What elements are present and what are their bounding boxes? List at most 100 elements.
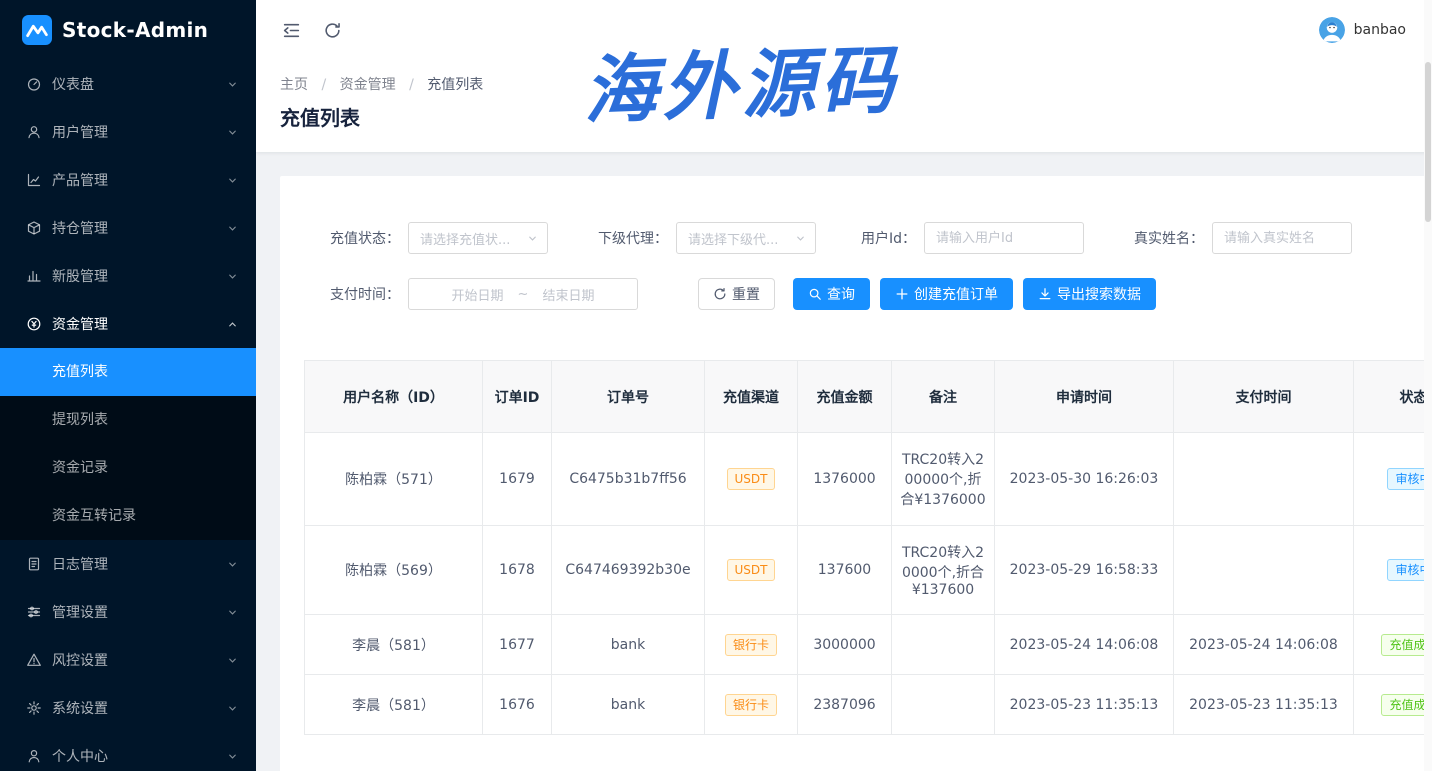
cell-amount: 137600 [798,526,892,615]
refresh-icon[interactable] [323,21,342,40]
cell-status: 充值成功 [1354,675,1432,735]
date-separator: ~ [518,287,529,302]
filter-group-agent: 下级代理： 请选择下级代... [588,222,816,254]
cell-apply-time: 2023-05-23 11:35:13 [995,675,1174,735]
chevron-down-icon [795,233,806,244]
scrollbar[interactable] [1424,0,1432,771]
filter-group-user-id: 用户Id： [856,222,1084,254]
agent-select[interactable]: 请选择下级代... [676,222,816,254]
pay-time-range-picker[interactable]: 开始日期 ~ 结束日期 [408,278,638,310]
cell-order-no: C6475b31b7ff56 [552,433,705,526]
sidebar-item-admin-settings[interactable]: 管理设置 [0,588,256,636]
system-settings-icon [26,700,42,716]
cell-order-no: C647469392b30e [552,526,705,615]
column-header-remark: 备注 [892,361,995,433]
cell-order-no: bank [552,615,705,675]
logo[interactable]: Stock-Admin [0,0,256,60]
real-name-input[interactable] [1212,222,1352,254]
table-row: 陈柏霖（571） 1679 C6475b31b7ff56 USDT 137600… [305,433,1432,526]
submenu-item-recharge-list[interactable]: 充值列表 [0,348,256,396]
cell-user: 李晨（581） [305,615,483,675]
sidebar-item-risk-settings[interactable]: 风控设置 [0,636,256,684]
app-title: Stock-Admin [62,18,208,42]
date-start-placeholder: 开始日期 [452,285,504,304]
real-name-label: 真实姓名： [1124,228,1204,248]
avatar [1319,17,1345,43]
new-stock-icon [26,268,42,284]
cell-channel: 银行卡 [705,675,798,735]
sidebar-item-profile[interactable]: 个人中心 [0,732,256,771]
scrollbar-thumb[interactable] [1425,62,1431,222]
chevron-down-icon [227,655,238,666]
page-title: 充值列表 [280,104,1432,132]
query-button[interactable]: 查询 [793,278,870,310]
cell-order-no: bank [552,675,705,735]
chevron-down-icon [227,703,238,714]
agent-label: 下级代理： [588,228,668,248]
cell-amount: 3000000 [798,615,892,675]
column-header-order-no: 订单号 [552,361,705,433]
breadcrumb-fund-mgmt[interactable]: 资金管理 [340,77,396,93]
column-header-status: 状态 [1354,361,1432,433]
cell-status: 审核中 [1354,526,1432,615]
column-header-channel: 充值渠道 [705,361,798,433]
cell-remark: TRC20转入20000个,折合¥137600 [892,526,995,615]
sidebar-item-position-mgmt[interactable]: 持仓管理 [0,204,256,252]
chevron-down-icon [227,607,238,618]
users-icon [26,124,42,140]
content-area: 充值状态： 请选择充值状... 下级代理： 请选择下级代... 用户Id： [256,152,1432,771]
sidebar-item-system-settings[interactable]: 系统设置 [0,684,256,732]
user-id-input[interactable] [924,222,1084,254]
chevron-up-icon [227,319,238,330]
reset-icon [713,287,727,301]
submenu-item-withdraw-list[interactable]: 提现列表 [0,396,256,444]
filter-group-status: 充值状态： 请选择充值状... [304,222,548,254]
create-order-button[interactable]: 创建充值订单 [880,278,1013,310]
sidebar-menu: 仪表盘 用户管理 产品管理 持仓管理 新股管理 资金管理 [0,60,256,771]
column-header-user: 用户名称（ID） [305,361,483,433]
submenu-item-fund-records[interactable]: 资金记录 [0,444,256,492]
table-header-row: 用户名称（ID） 订单ID 订单号 充值渠道 充值金额 备注 申请时间 支付时间… [305,361,1432,433]
chevron-down-icon [227,223,238,234]
menu-fold-icon[interactable] [282,21,301,40]
dashboard-icon [26,76,42,92]
recharge-status-select[interactable]: 请选择充值状... [408,222,548,254]
cell-apply-time: 2023-05-24 14:06:08 [995,615,1174,675]
main-area: banbao 主页 / 资金管理 / 充值列表 充值列表 充值状态： 请选择充值… [256,0,1432,771]
chevron-down-icon [227,751,238,762]
user-menu[interactable]: banbao [1319,17,1406,43]
cell-pay-time: 2023-05-24 14:06:08 [1174,615,1354,675]
column-header-amount: 充值金额 [798,361,892,433]
export-button[interactable]: 导出搜索数据 [1023,278,1156,310]
cell-pay-time: 2023-05-23 11:35:13 [1174,675,1354,735]
breadcrumb-separator: / [409,77,414,93]
sidebar-item-fund-mgmt[interactable]: 资金管理 [0,300,256,348]
submenu-item-transfer-records[interactable]: 资金互转记录 [0,492,256,540]
admin-settings-icon [26,604,42,620]
cell-amount: 2387096 [798,675,892,735]
recharge-status-label: 充值状态： [304,228,400,248]
cell-user: 陈柏霖（571） [305,433,483,526]
chevron-down-icon [227,175,238,186]
filter-row-1: 充值状态： 请选择充值状... 下级代理： 请选择下级代... 用户Id： [304,222,1432,254]
breadcrumb-home[interactable]: 主页 [280,77,308,93]
cell-channel: USDT [705,433,798,526]
channel-tag: USDT [727,468,776,490]
chevron-down-icon [527,233,538,244]
sidebar-item-log-mgmt[interactable]: 日志管理 [0,540,256,588]
sidebar-item-new-stock-mgmt[interactable]: 新股管理 [0,252,256,300]
logo-icon [22,15,52,45]
sidebar-item-user-mgmt[interactable]: 用户管理 [0,108,256,156]
user-id-label: 用户Id： [856,228,916,248]
cell-order-id: 1676 [483,675,552,735]
table-row: 李晨（581） 1676 bank 银行卡 2387096 2023-05-23… [305,675,1432,735]
cell-status: 审核中 [1354,433,1432,526]
sidebar-item-product-mgmt[interactable]: 产品管理 [0,156,256,204]
chevron-down-icon [227,79,238,90]
cell-order-id: 1679 [483,433,552,526]
chevron-down-icon [227,559,238,570]
sidebar-item-dashboard[interactable]: 仪表盘 [0,60,256,108]
breadcrumb-separator: / [321,77,326,93]
filter-group-real-name: 真实姓名： [1124,222,1352,254]
reset-button[interactable]: 重置 [698,278,775,310]
